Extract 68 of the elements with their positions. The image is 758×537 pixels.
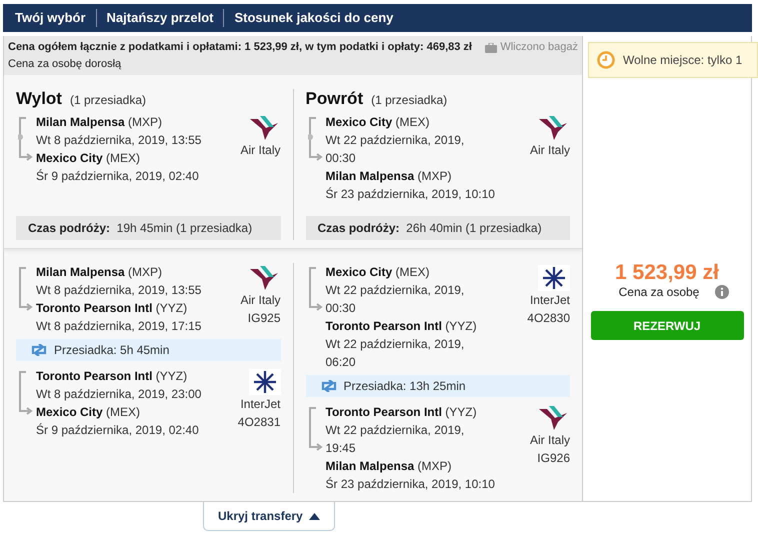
airport-name: Toronto Pearson Intl (YYZ) bbox=[36, 368, 188, 385]
airline-name: InterJet bbox=[530, 292, 570, 309]
route-arrow-icon bbox=[308, 407, 324, 453]
alert-text: Wolne miejsce: tylko 1 bbox=[623, 53, 742, 67]
airport-name: Toronto Pearson Intl (YYZ) bbox=[36, 300, 188, 317]
airline-name: Air Italy bbox=[240, 292, 280, 309]
route-arrow-icon bbox=[308, 117, 324, 163]
airport-name: Mexico City (MEX) bbox=[36, 404, 142, 421]
airport-name: Toronto Pearson Intl (YYZ) bbox=[326, 404, 478, 421]
layover-text: Przesiadka: 5h 45min bbox=[54, 342, 170, 358]
flight-number: 4O2831 bbox=[238, 414, 280, 431]
date-time: Śr 23 października, 2019, 10:10 bbox=[326, 186, 495, 203]
direction-title: Wylot bbox=[16, 89, 62, 109]
tab[interactable]: Najtańszy przelot bbox=[96, 9, 224, 27]
date-time: Śr 9 października, 2019, 02:40 bbox=[36, 422, 200, 439]
date-time: Wt 8 października, 2019, 13:55 bbox=[36, 282, 202, 299]
date-time: Wt 8 października, 2019, 23:00 bbox=[36, 386, 202, 403]
price-label: Cena za osobę bbox=[618, 285, 700, 299]
tab[interactable]: Stosunek jakości do ceny bbox=[223, 9, 404, 27]
stops-count: (1 przesiadka) bbox=[70, 93, 146, 107]
date-time: Śr 9 października, 2019, 02:40 bbox=[36, 168, 200, 185]
date-time: Wt 22 października, 2019, 00:30 bbox=[326, 132, 466, 167]
date-time: Wt 8 października, 2019, 17:15 bbox=[36, 318, 202, 335]
airport-name: Mexico City (MEX) bbox=[326, 264, 431, 281]
airport-name: Milan Malpensa (MXP) bbox=[36, 264, 164, 281]
tail-logo-icon bbox=[538, 115, 570, 141]
flight-number: IG926 bbox=[537, 450, 570, 467]
date-time: Wt 22 października, 2019, 00:30 bbox=[326, 282, 466, 317]
airport-name: Mexico City (MEX) bbox=[36, 150, 142, 167]
suitcase-icon bbox=[485, 42, 498, 52]
clock-icon bbox=[597, 51, 615, 69]
airline-name: Air Italy bbox=[240, 142, 280, 159]
airport-name: Milan Malpensa (MXP) bbox=[326, 168, 453, 185]
total-price-text: Cena ogółem łącznie z podatkami i opłatami: 1 523,99 zł, w tym podatki i opłaty: 469,83 zł bbox=[8, 40, 472, 55]
info-icon bbox=[715, 285, 730, 299]
date-time: Śr 23 października, 2019, 10:10 bbox=[326, 476, 495, 493]
tail-logo-icon bbox=[248, 115, 280, 141]
airline-name: Air Italy bbox=[530, 432, 570, 449]
tail-logo-icon bbox=[538, 405, 570, 431]
airport-name: Toronto Pearson Intl (YYZ) bbox=[326, 318, 477, 335]
travel-time: Czas podróży: 26h 40min (1 przesiadka) bbox=[306, 216, 570, 240]
baggage-label: Wliczono bagaż bbox=[485, 39, 578, 56]
caret-icon bbox=[308, 512, 320, 520]
route-arrow-icon bbox=[18, 117, 34, 163]
airport-name: Mexico City (MEX) bbox=[326, 114, 431, 131]
airline-name: Air Italy bbox=[530, 142, 570, 159]
airport-name: Milan Malpensa (MXP) bbox=[326, 458, 453, 475]
date-time: Wt 22 października, 2019, 06:20 bbox=[326, 336, 466, 371]
tail-logo-icon bbox=[248, 265, 280, 291]
date-time: Wt 22 października, 2019, 19:45 bbox=[326, 422, 466, 457]
airline-name: InterJet bbox=[240, 396, 280, 413]
hide-transfers-button[interactable]: Ukryj transfery bbox=[203, 502, 335, 531]
stops-count: (1 przesiadka) bbox=[371, 93, 448, 107]
direction-title: Powrót bbox=[306, 89, 364, 109]
swap-icon bbox=[30, 344, 48, 356]
route-arrow-icon bbox=[18, 371, 34, 417]
price: 1 523,99 zł bbox=[615, 261, 719, 285]
date-time: Wt 8 października, 2019, 13:55 bbox=[36, 132, 202, 149]
per-adult-text: Cena za osobę dorosłą bbox=[8, 57, 122, 72]
route-arrow-icon bbox=[308, 267, 324, 313]
layover-text: Przesiadka: 13h 25min bbox=[344, 378, 466, 394]
tab[interactable]: Twój wybór bbox=[5, 9, 96, 27]
airport-name: Milan Malpensa (MXP) bbox=[36, 114, 164, 131]
travel-time: Czas podróży: 19h 45min (1 przesiadka) bbox=[16, 216, 280, 240]
flight-number: 4O2830 bbox=[527, 310, 570, 327]
flight-number: IG925 bbox=[248, 310, 280, 327]
swap-icon bbox=[320, 380, 338, 392]
route-arrow-icon bbox=[18, 267, 34, 313]
